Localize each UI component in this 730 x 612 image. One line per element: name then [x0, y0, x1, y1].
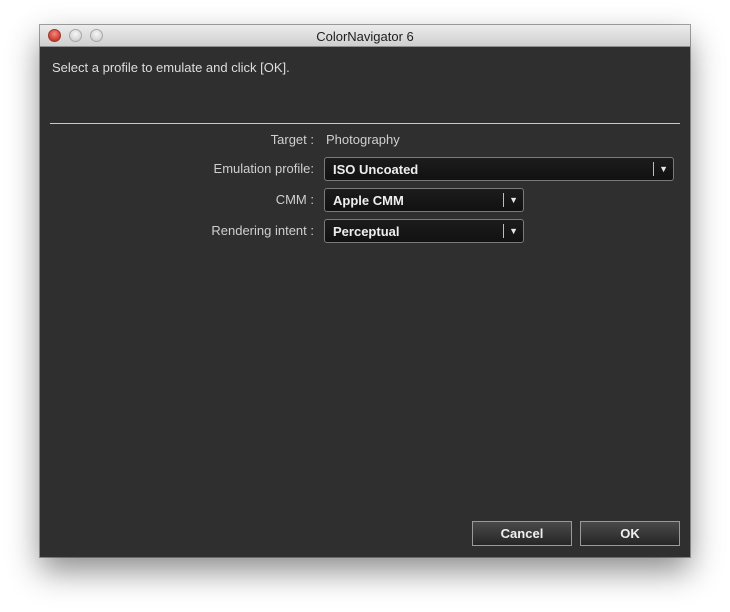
target-value: Photography	[326, 132, 400, 147]
title-bar[interactable]: ColorNavigator 6	[40, 25, 690, 47]
instruction-text: Select a profile to emulate and click [O…	[52, 60, 290, 75]
rendering-intent-label: Rendering intent :	[211, 223, 314, 238]
window-title: ColorNavigator 6	[316, 29, 414, 44]
dropdown-separator	[503, 224, 504, 238]
chevron-down-icon[interactable]: ▼	[509, 192, 518, 208]
cmm-value: Apple CMM	[333, 193, 404, 208]
ok-button[interactable]: OK	[580, 521, 680, 546]
chevron-down-icon[interactable]: ▼	[659, 161, 668, 177]
emulation-profile-value: ISO Uncoated	[333, 162, 419, 177]
rendering-intent-dropdown[interactable]: Perceptual ▼	[324, 219, 524, 243]
cmm-label: CMM :	[275, 192, 314, 207]
dropdown-separator	[653, 162, 654, 176]
dropdown-separator	[503, 193, 504, 207]
emulation-profile-dropdown[interactable]: ISO Uncoated ▼	[324, 157, 674, 181]
emulation-profile-label: Emulation profile:	[213, 161, 314, 176]
divider	[50, 123, 680, 124]
chevron-down-icon[interactable]: ▼	[509, 223, 518, 239]
rendering-intent-value: Perceptual	[333, 224, 400, 239]
cancel-button[interactable]: Cancel	[472, 521, 572, 546]
dialog-window: ColorNavigator 6 Select a profile to emu…	[40, 25, 690, 557]
target-label: Target :	[270, 132, 314, 147]
cmm-dropdown[interactable]: Apple CMM ▼	[324, 188, 524, 212]
